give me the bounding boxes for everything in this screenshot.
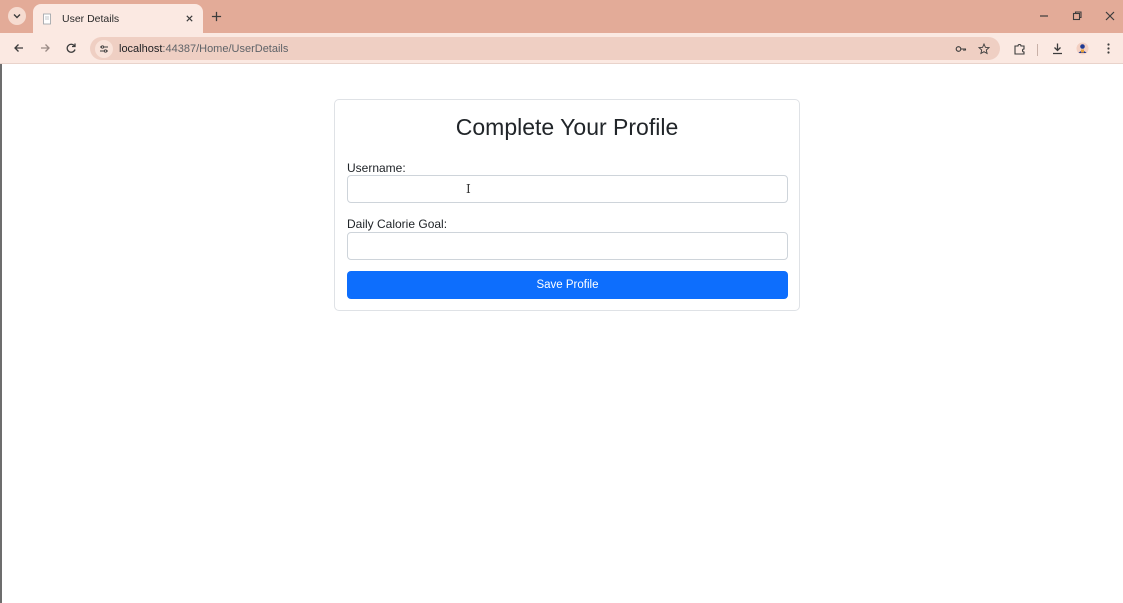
extensions-button[interactable] [1010,39,1028,57]
back-button[interactable] [10,39,28,57]
calorie-goal-input[interactable] [347,232,788,260]
browser-toolbar: localhost:44387/Home/UserDetails [0,33,1123,64]
close-icon [185,15,193,22]
toolbar-divider [1037,44,1038,56]
arrow-right-icon [41,44,50,52]
text-cursor: I [466,182,471,196]
profile-button[interactable] [1073,39,1091,57]
calorie-goal-label: Daily Calorie Goal: [347,217,448,231]
download-icon [1052,43,1062,54]
page-viewport: Complete Your Profile Username: I Daily … [0,64,1123,603]
username-input[interactable]: I [347,175,788,203]
tab-strip: User Details [0,0,1123,33]
tune-icon [100,44,108,53]
tab-title: User Details [62,12,120,25]
minimize-button[interactable] [1032,7,1056,25]
key-icon [955,46,967,52]
save-profile-button[interactable]: Save Profile [347,271,788,299]
more-vertical-icon [1106,42,1110,54]
reload-icon [66,43,76,53]
arrow-left-icon [14,44,23,52]
forward-button[interactable] [36,39,54,57]
reload-button[interactable] [62,39,80,57]
minimize-icon [1040,15,1048,17]
menu-button[interactable] [1099,39,1117,57]
page-title: Complete Your Profile [455,114,679,140]
restore-button[interactable] [1065,7,1089,25]
avatar-icon [1076,42,1088,54]
profile-card: Complete Your Profile Username: I Daily … [334,99,800,311]
puzzle-icon [1013,43,1025,55]
url-host: localhost [119,42,163,55]
document-icon [43,13,51,24]
site-info-button[interactable] [95,39,113,58]
tab-close-button[interactable] [181,11,197,27]
chevron-down-icon [13,14,21,19]
bookmark-button[interactable] [975,40,993,58]
url-path: :44387/Home/UserDetails [162,42,289,55]
new-tab-button[interactable] [208,8,224,24]
password-key-button[interactable] [952,40,970,58]
star-icon [978,43,990,55]
url-text[interactable]: localhost:44387/Home/UserDetails [119,43,288,55]
address-bar[interactable]: localhost:44387/Home/UserDetails [90,37,1000,60]
close-icon [1105,11,1115,21]
tab-search-button[interactable] [8,7,26,25]
close-window-button[interactable] [1098,7,1122,25]
restore-icon [1072,11,1082,21]
plus-icon [211,11,221,21]
downloads-button[interactable] [1048,39,1066,57]
username-label: Username: [347,161,406,175]
browser-tab[interactable]: User Details [33,4,203,33]
